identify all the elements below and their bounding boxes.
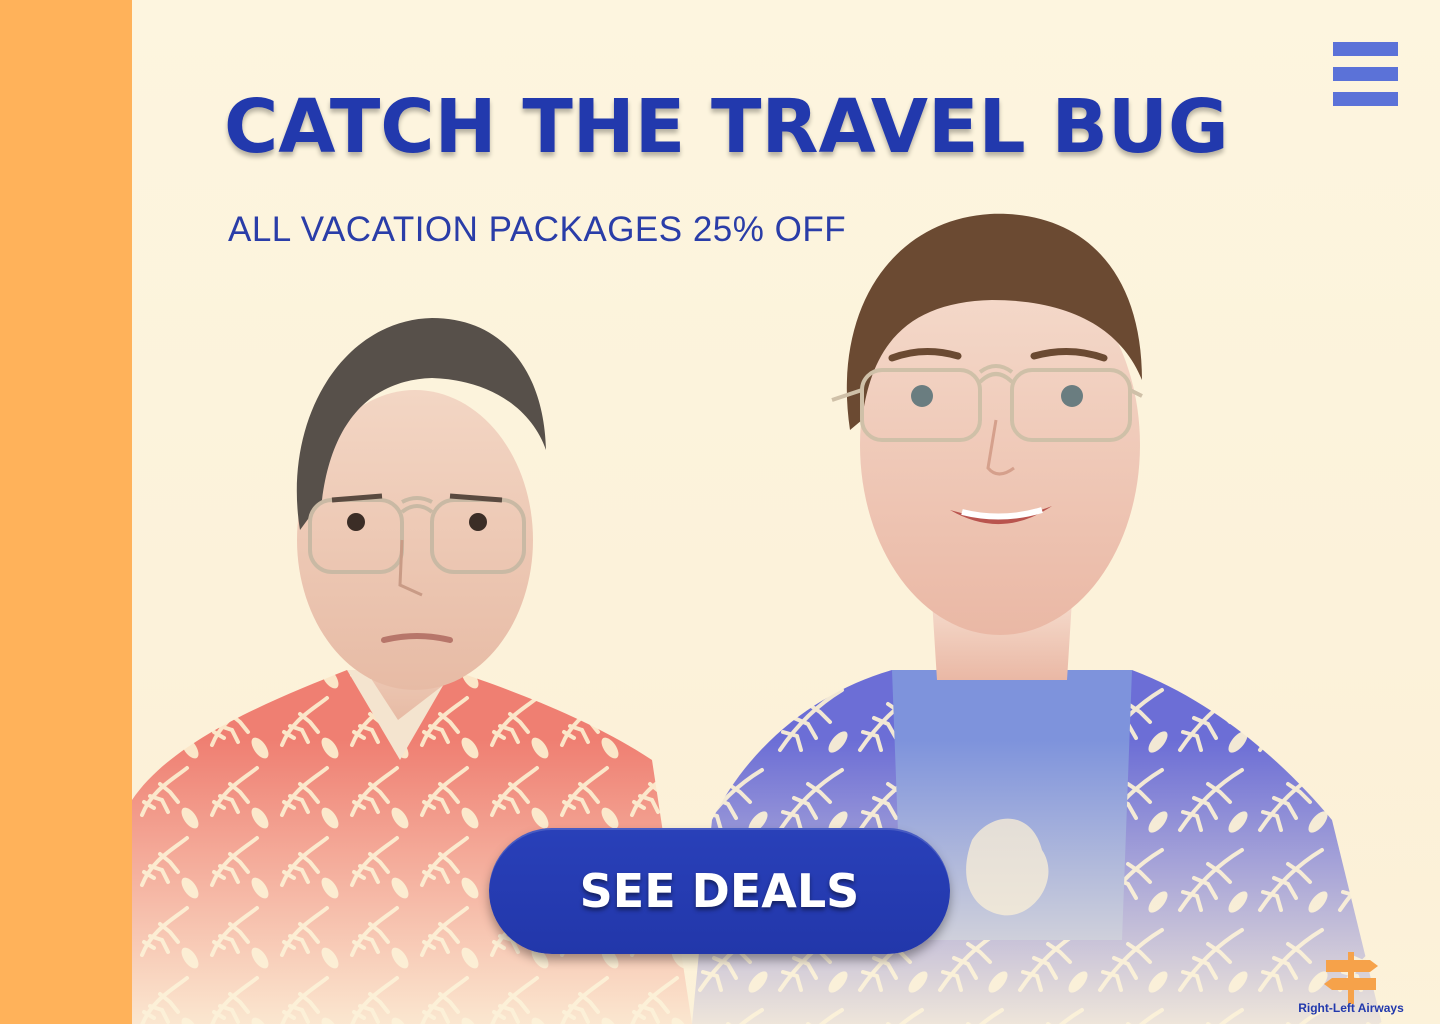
hamburger-menu-icon[interactable] <box>1333 42 1398 106</box>
see-deals-button[interactable]: SEE DEALS <box>489 828 950 954</box>
brand-name: Right-Left Airways <box>1298 1001 1404 1015</box>
hero-headline: CATCH THE TRAVEL BUG <box>224 84 1229 170</box>
brand-logo[interactable]: Right-Left Airways <box>1286 950 1416 1020</box>
side-accent-stripe <box>0 0 132 1024</box>
menu-bar-middle <box>1333 67 1398 81</box>
menu-bar-top <box>1333 42 1398 56</box>
hero-banner: CATCH THE TRAVEL BUG ALL VACATION PACKAG… <box>132 0 1440 1024</box>
signpost-icon <box>1324 952 1378 1004</box>
menu-bar-bottom <box>1333 92 1398 106</box>
